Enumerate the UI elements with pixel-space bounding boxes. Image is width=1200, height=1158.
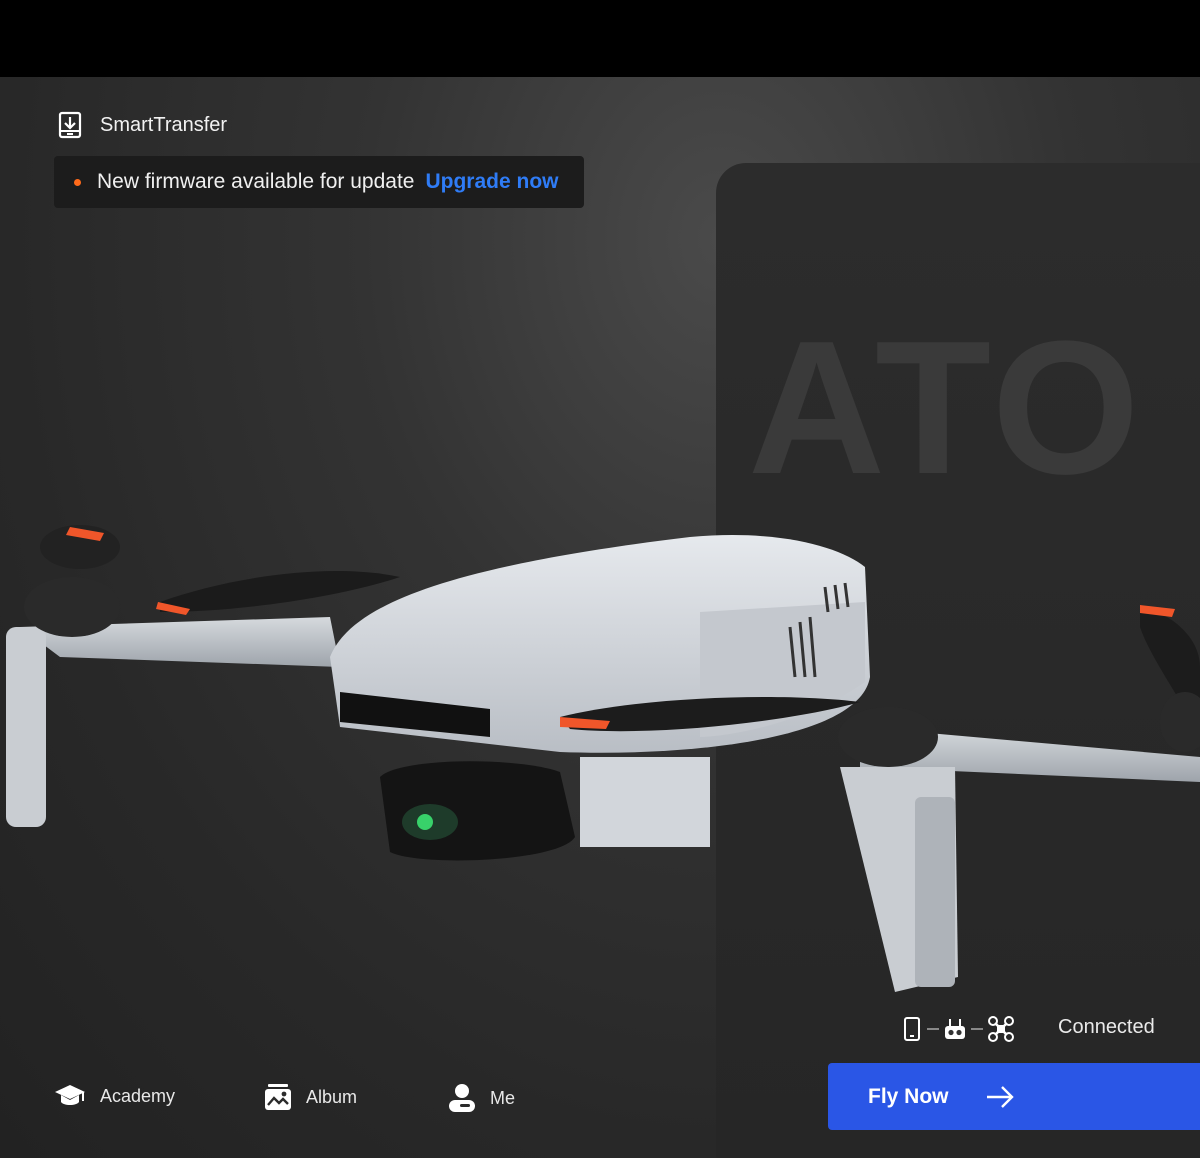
remote-controller-icon [945,1019,965,1039]
upgrade-now-link[interactable]: Upgrade now [425,170,558,194]
nav-album[interactable]: Album [264,1083,357,1111]
firmware-message: New firmware available for update [97,170,415,193]
album-icon [265,1084,291,1110]
status-bar [0,0,1200,77]
drone-image [6,525,1200,992]
link-dash [971,1028,983,1030]
nav-academy-label: Academy [100,1085,176,1106]
arrow-right-icon [986,1085,1014,1108]
connection-chain [902,1015,1014,1043]
link-dash [927,1028,939,1030]
nav-academy[interactable]: Academy [54,1083,175,1109]
download-device-icon [58,111,82,139]
alert-dot-icon [74,178,81,186]
smart-transfer-button[interactable]: SmartTransfer [58,111,227,139]
user-icon [449,1084,475,1112]
nav-me[interactable]: Me [448,1083,515,1113]
fly-now-button[interactable]: Fly Now [828,1063,1200,1130]
drone-icon [988,1016,1014,1042]
smart-transfer-label: SmartTransfer [100,113,228,136]
nav-album-label: Album [306,1086,358,1107]
graduation-cap-icon [55,1085,85,1105]
fly-now-label: Fly Now [868,1084,949,1108]
nav-me-label: Me [490,1087,516,1108]
connection-status: Connected [1058,1016,1155,1038]
home-screen: ATO SmartTransfer New firmware available… [0,77,1200,1158]
phone-icon [904,1017,920,1041]
firmware-banner: New firmware available for update Upgrad… [54,156,584,208]
